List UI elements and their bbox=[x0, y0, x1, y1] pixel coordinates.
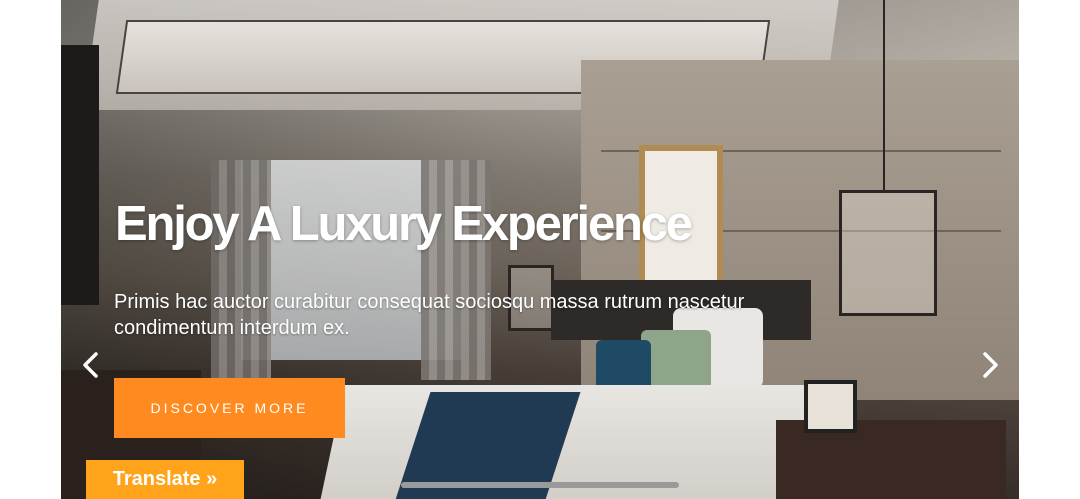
next-slide-button[interactable] bbox=[976, 348, 1006, 382]
chevron-right-icon bbox=[983, 352, 998, 378]
slide-headline: Enjoy A Luxury Experience bbox=[115, 197, 693, 251]
horizontal-scrollbar[interactable] bbox=[401, 482, 679, 488]
discover-more-button[interactable]: DISCOVER MORE bbox=[114, 378, 345, 438]
chevron-left-icon bbox=[83, 352, 98, 378]
translate-button[interactable]: Translate » bbox=[86, 460, 244, 499]
hero-slider: Enjoy A Luxury Experience Primis hac auc… bbox=[61, 0, 1019, 499]
slide-subtext: Primis hac auctor curabitur consequat so… bbox=[114, 291, 745, 339]
slide-content: Enjoy A Luxury Experience Primis hac auc… bbox=[61, 0, 1019, 499]
prev-slide-button[interactable] bbox=[75, 348, 105, 382]
